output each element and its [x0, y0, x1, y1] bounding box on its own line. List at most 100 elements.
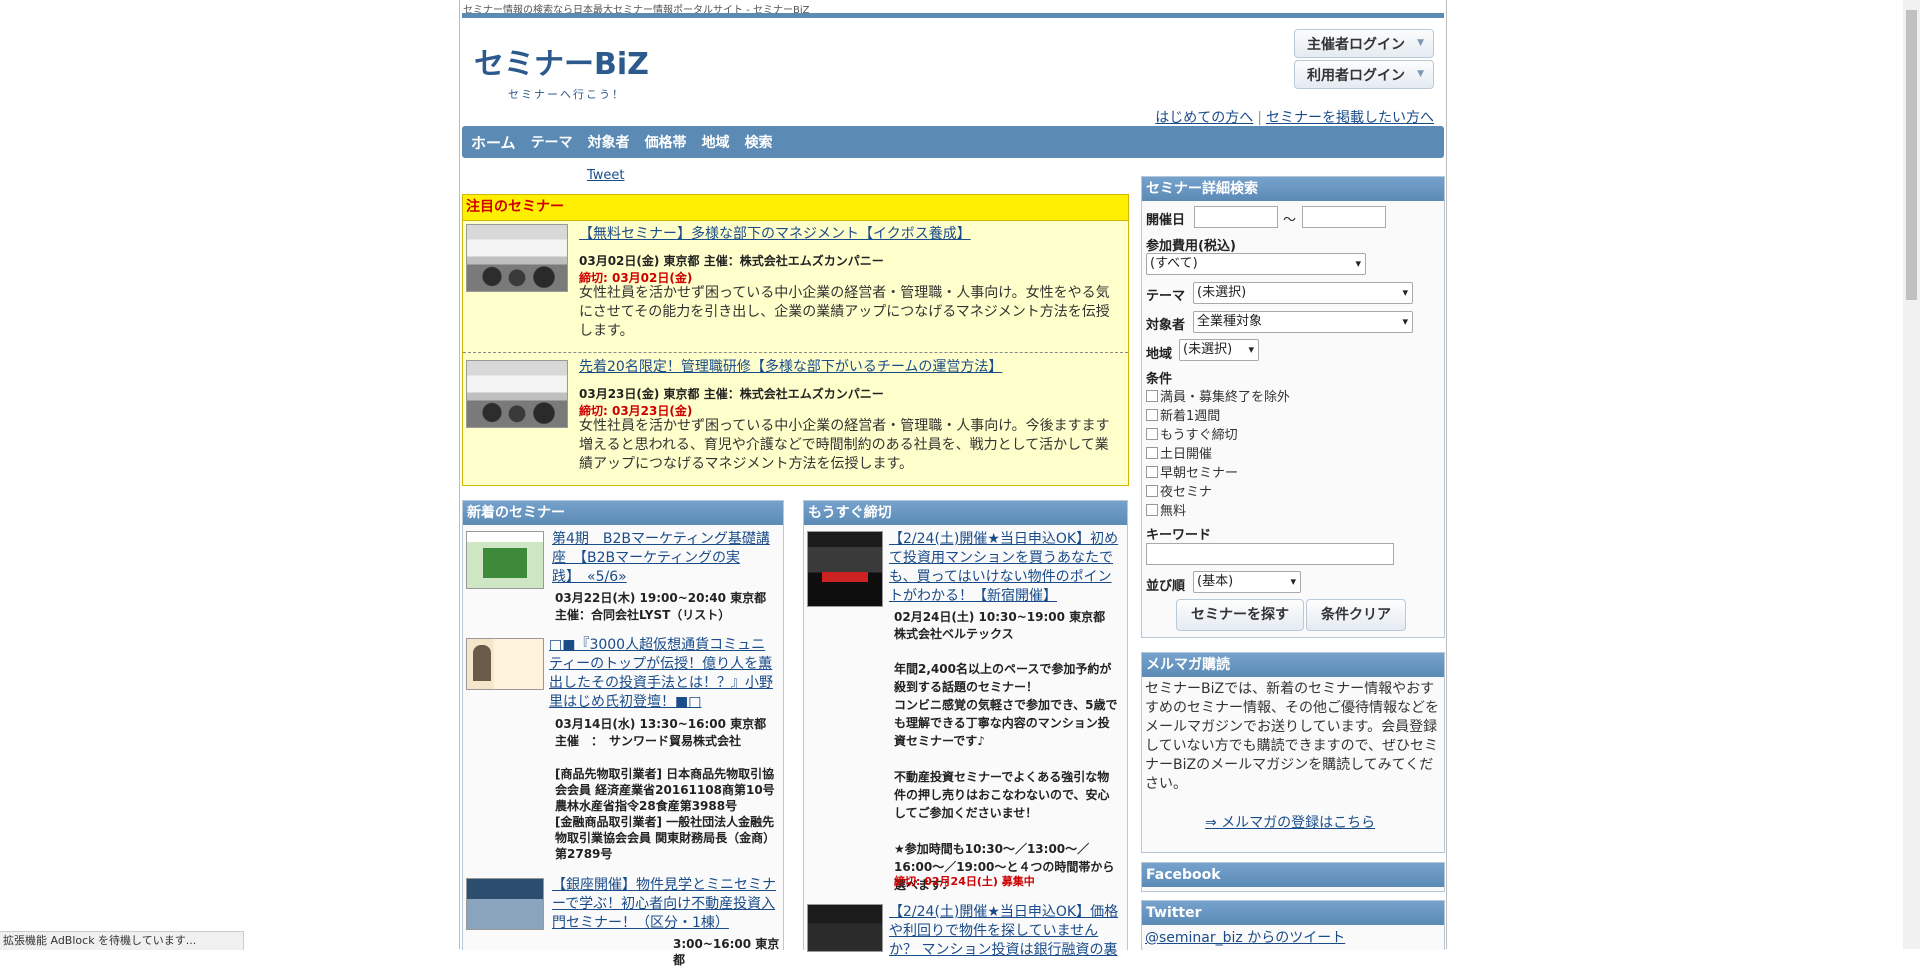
- closing-soon-heading: もうすぐ締切: [804, 501, 1127, 525]
- seminar-thumbnail[interactable]: [807, 531, 883, 607]
- date-separator: ～: [1283, 213, 1297, 228]
- checkbox-icon: [1146, 428, 1158, 440]
- thumbnail-graphic: [473, 645, 491, 681]
- new-seminar-license: [商品先物取引業者] 日本商品先物取引協会会員 経済産業省20161108商第1…: [555, 767, 776, 861]
- checkbox-label: もうすぐ締切: [1160, 428, 1238, 443]
- featured-item-desc: 女性社員を活かせず困っている中小企業の経営者・管理職・人事向け。今後ますます増え…: [579, 418, 1110, 472]
- new-seminar-date: 03月22日(木) 19:00~20:40 東京都: [555, 591, 767, 605]
- newsletter-register-link[interactable]: ⇒ メルマガの登録はこちら: [1205, 812, 1375, 832]
- nav-region[interactable]: 地域: [702, 132, 730, 152]
- checkbox-new-week[interactable]: 新着1週間: [1146, 405, 1220, 424]
- nav-search[interactable]: 検索: [745, 132, 773, 152]
- checkbox-free[interactable]: 無料: [1146, 500, 1186, 519]
- user-login-label: 利用者ログイン: [1307, 67, 1405, 84]
- new-seminars-box: 新着のセミナー 第4期 B2Bマーケティング基礎講座 【B2Bマーケティングの実…: [462, 500, 784, 967]
- date-label: 開催日: [1146, 213, 1186, 228]
- target-select[interactable]: 全業種対象: [1193, 311, 1413, 333]
- nav-home[interactable]: ホーム: [471, 132, 516, 153]
- theme-label: テーマ: [1146, 289, 1186, 304]
- sort-select[interactable]: (基本): [1193, 571, 1301, 593]
- closing-soon-box: もうすぐ締切 【2/24(土)開催★当日申込OK】初めて投資用マンションを買うあ…: [803, 500, 1128, 958]
- newsletter-text: セミナーBiZでは、新着のセミナー情報やおすすめのセミナー情報、その他ご優待情報…: [1145, 681, 1439, 792]
- fee-select[interactable]: (すべて): [1146, 253, 1366, 275]
- browser-status-bar: 拡張機能 AdBlock を待機しています...: [0, 931, 244, 950]
- keyword-label: キーワード: [1146, 528, 1212, 543]
- top-accent-bar: [462, 13, 1444, 18]
- featured-heading: 注目のセミナー: [463, 195, 1128, 221]
- newsletter-box: メルマガ購読 セミナーBiZでは、新着のセミナー情報やおすすめのセミナー情報、そ…: [1141, 652, 1445, 853]
- featured-item-meta: 03月02日(金) 東京都 主催：株式会社エムズカンパニー: [579, 254, 884, 268]
- featured-item: 先着20名限定！管理職研修【多様な部下がいるチームの運営方法】 03月23日(金…: [463, 352, 1128, 483]
- twitter-box: Twitter @seminar_biz からのツイート: [1141, 900, 1445, 950]
- sort-label: 並び順: [1146, 579, 1186, 594]
- featured-item: 【無料セミナー】多様な部下のマネジメント【イクボス養成】 03月02日(金) 東…: [463, 221, 1128, 351]
- closing-seminar-body: 年間2,400名以上のペースで参加予約が殺到する話題のセミナー！ コンビニ感覚の…: [894, 662, 1118, 892]
- featured-item-title[interactable]: 先着20名限定！管理職研修【多様な部下がいるチームの運営方法】: [579, 356, 1002, 376]
- theme-select[interactable]: (未選択): [1193, 282, 1413, 304]
- region-label: 地域: [1146, 347, 1173, 362]
- keyword-input[interactable]: [1146, 543, 1394, 565]
- checkbox-label: 早朝セミナー: [1160, 466, 1239, 481]
- first-time-link[interactable]: はじめての方へ: [1155, 110, 1253, 126]
- facebook-heading: Facebook: [1142, 863, 1444, 887]
- thumbnail-graphic: [483, 548, 527, 578]
- main-nav: ホーム テーマ 対象者 価格帯 地域 検索: [462, 126, 1444, 158]
- checkbox-icon: [1146, 409, 1158, 421]
- twitter-feed-link[interactable]: @seminar_biz からのツイート: [1145, 927, 1345, 947]
- organizer-login-button[interactable]: 主催者ログイン ▼: [1294, 29, 1434, 58]
- checkbox-night[interactable]: 夜セミナ: [1146, 481, 1212, 500]
- featured-seminars: 注目のセミナー 【無料セミナー】多様な部下のマネジメント【イクボス養成】 03月…: [462, 194, 1129, 486]
- date-from-input[interactable]: [1194, 206, 1278, 228]
- link-separator: |: [1257, 110, 1262, 126]
- search-seminar-button[interactable]: セミナーを探す: [1176, 599, 1304, 631]
- chevron-down-icon: ▼: [1417, 38, 1424, 48]
- closing-seminar-deadline: 締切: 02月24日(土) 募集中: [894, 875, 1035, 888]
- checkbox-closing-soon[interactable]: もうすぐ締切: [1146, 424, 1238, 443]
- detail-search-box: セミナー詳細検索 開催日 ～ 参加費用(税込) (すべて) テーマ (未選択) …: [1141, 176, 1445, 638]
- new-seminar-title[interactable]: 【銀座開催】物件見学とミニセミナーで学ぶ！初心者向け不動産投資入門セミナー！（区…: [552, 876, 777, 933]
- seminar-thumbnail[interactable]: [807, 904, 883, 952]
- region-select[interactable]: (未選択): [1179, 339, 1259, 361]
- checkbox-weekend[interactable]: 土日開催: [1146, 443, 1212, 462]
- date-to-input[interactable]: [1302, 206, 1386, 228]
- new-seminar-title[interactable]: □■『3000人超仮想通貨コミュニティーのトップが伝授！億り人を薫出したその投資…: [549, 636, 777, 712]
- newsletter-heading: メルマガ購読: [1142, 653, 1444, 677]
- new-seminar-organizer: 主催 ： サンワード貿易株式会社: [555, 734, 742, 748]
- nav-theme[interactable]: テーマ: [531, 132, 573, 152]
- checkbox-label: 土日開催: [1160, 447, 1213, 462]
- seminar-thumbnail[interactable]: [466, 638, 544, 690]
- target-label: 対象者: [1146, 318, 1186, 333]
- featured-item-meta: 03月23日(金) 東京都 主催：株式会社エムズカンパニー: [579, 387, 884, 401]
- vertical-scrollbar[interactable]: [1903, 0, 1920, 949]
- new-seminar-title[interactable]: 第4期 B2Bマーケティング基礎講座 【B2Bマーケティングの実践】 «5/6»: [552, 530, 777, 587]
- checkbox-icon: [1146, 504, 1158, 516]
- user-login-button[interactable]: 利用者ログイン ▼: [1294, 60, 1434, 89]
- checkbox-icon: [1146, 485, 1158, 497]
- checkbox-label: 新着1週間: [1160, 409, 1221, 424]
- new-seminar-date: 03月14日(水) 13:30~16:00 東京都: [555, 717, 767, 731]
- tweet-link[interactable]: Tweet: [587, 168, 625, 183]
- closing-seminar-title[interactable]: 【2/24(土)開催★当日申込OK】初めて投資用マンションを買うあなたでも、買っ…: [889, 530, 1121, 606]
- clear-conditions-button[interactable]: 条件クリア: [1306, 599, 1406, 631]
- seminar-thumbnail[interactable]: [466, 360, 568, 428]
- checkbox-label: 無料: [1160, 504, 1187, 519]
- checkbox-icon: [1146, 390, 1158, 402]
- page-container: セミナー情報の検索なら日本最大セミナー情報ポータルサイト - セミナーBiZ セ…: [459, 0, 1447, 967]
- nav-price[interactable]: 価格帯: [645, 132, 687, 152]
- site-logo[interactable]: セミナーBiZ セミナーへ行こう！: [474, 40, 654, 110]
- thumbnail-graphic: [822, 572, 868, 582]
- nav-target[interactable]: 対象者: [588, 132, 630, 152]
- new-seminar-date: 3:00~16:00 東京都: [673, 937, 780, 967]
- seminar-thumbnail[interactable]: [466, 878, 544, 930]
- featured-item-title[interactable]: 【無料セミナー】多様な部下のマネジメント【イクボス養成】: [579, 223, 971, 243]
- checkbox-exclude-full[interactable]: 満員・募集終了を除外: [1146, 386, 1290, 405]
- post-seminar-link[interactable]: セミナーを掲載したい方へ: [1266, 110, 1434, 126]
- seminar-thumbnail[interactable]: [466, 531, 544, 589]
- closing-seminar-title[interactable]: 【2/24(土)開催★当日申込OK】価格や利回りで物件を探していませんか？ マン…: [889, 903, 1121, 960]
- scrollbar-thumb[interactable]: [1906, 10, 1917, 300]
- closing-seminar-date: 02月24日(土) 10:30~19:00 東京都: [894, 610, 1106, 624]
- chevron-down-icon: ▼: [1417, 69, 1424, 79]
- new-seminar-organizer: 主催：合同会社LYST（リスト）: [555, 608, 731, 622]
- seminar-thumbnail[interactable]: [466, 224, 568, 292]
- checkbox-early-morning[interactable]: 早朝セミナー: [1146, 462, 1238, 481]
